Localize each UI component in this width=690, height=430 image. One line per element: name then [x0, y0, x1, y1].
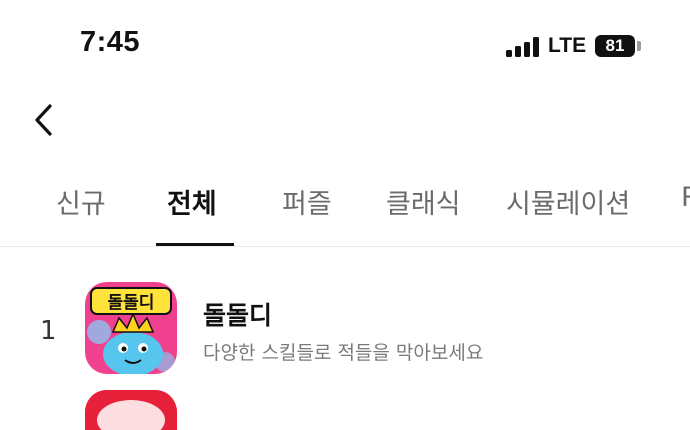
app-icon: 돌돌디 — [85, 282, 177, 374]
chevron-left-icon — [35, 104, 52, 136]
tab-classic[interactable]: 클래식 — [386, 182, 461, 221]
signal-bars-icon — [506, 37, 540, 57]
tab-next-partial[interactable]: R — [681, 182, 690, 213]
app-name: 돌돌디 — [203, 301, 273, 330]
next-app-icon[interactable] — [85, 390, 177, 430]
app-list-item[interactable]: 1 돌돌디 돌돌디 다양한 스킬들로 적들을 막아보세요 — [0, 282, 690, 378]
tab-all[interactable]: 전체 — [167, 182, 217, 221]
status-bar: 7:45 LTE 81 — [0, 0, 690, 92]
category-tabs: 신규 전체 퍼즐 클래식 시뮬레이션 R — [0, 170, 690, 247]
battery-icon: 81 — [595, 35, 635, 57]
back-button[interactable] — [28, 100, 64, 140]
app-icon-text: 돌돌디 — [108, 293, 155, 313]
network-label: LTE — [548, 34, 587, 57]
active-tab-indicator — [156, 243, 234, 246]
battery-cap — [637, 41, 641, 51]
tab-simulation[interactable]: 시뮬레이션 — [506, 182, 630, 221]
tab-new[interactable]: 신규 — [56, 182, 106, 221]
app-description: 다양한 스킬들로 적들을 막아보세요 — [203, 342, 484, 364]
status-time: 7:45 — [80, 26, 141, 58]
app-rank: 1 — [40, 316, 57, 346]
tab-puzzle[interactable]: 퍼즐 — [282, 182, 332, 221]
